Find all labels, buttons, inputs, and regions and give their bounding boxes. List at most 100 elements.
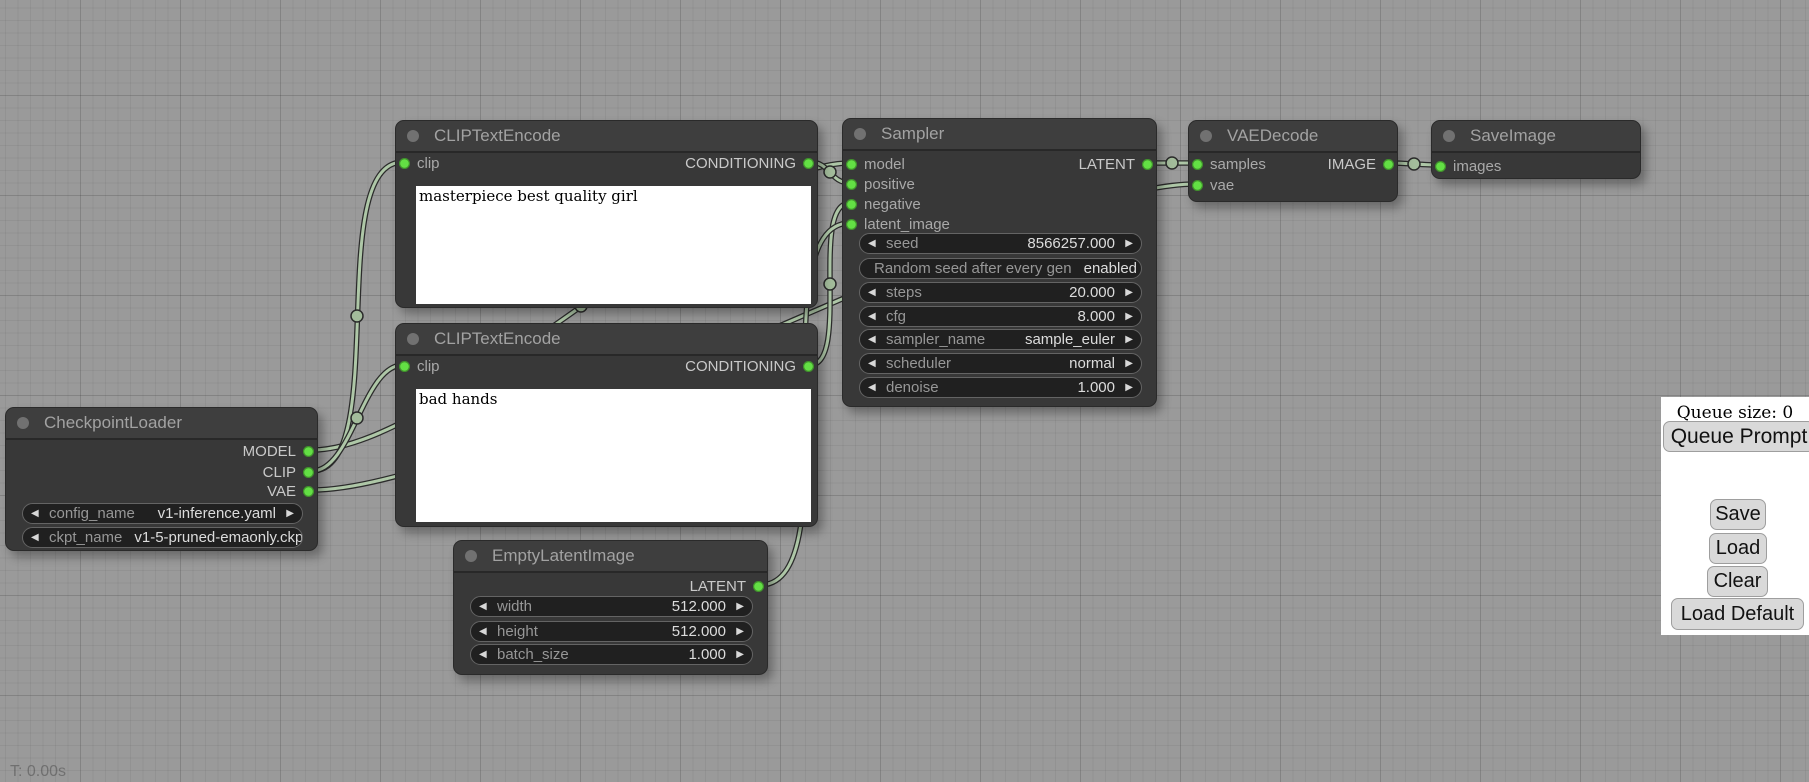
widget-scheduler[interactable]: ◀ scheduler normal ▶ xyxy=(859,353,1142,374)
load-button[interactable]: Load xyxy=(1709,533,1767,564)
input-slot-label: vae xyxy=(1210,177,1234,194)
input-slot-label: positive xyxy=(864,176,915,193)
increment-arrow-icon[interactable]: ▶ xyxy=(1121,353,1133,374)
decrement-arrow-icon[interactable]: ◀ xyxy=(31,503,43,524)
output-slot-dot[interactable] xyxy=(803,158,814,169)
save-button[interactable]: Save xyxy=(1710,499,1766,530)
widget-label: height xyxy=(497,623,538,640)
collapse-dot-icon[interactable] xyxy=(17,417,29,429)
queue-prompt-button[interactable]: Queue Prompt xyxy=(1663,421,1809,452)
collapse-dot-icon[interactable] xyxy=(1200,130,1212,142)
decrement-arrow-icon[interactable]: ◀ xyxy=(868,282,880,303)
output-slot-dot[interactable] xyxy=(753,581,764,592)
prompt-textarea[interactable]: bad hands xyxy=(416,389,811,522)
decrement-arrow-icon[interactable]: ◀ xyxy=(868,377,880,398)
node-title-bar[interactable]: VAEDecode xyxy=(1189,121,1397,153)
node-title: SaveImage xyxy=(1470,126,1556,145)
widget-ckpt-name[interactable]: ◀ ckpt_name v1-5-pruned-emaonly.ckpt ▶ xyxy=(22,527,303,548)
widget-seed[interactable]: ◀ seed 8566257.000 ▶ xyxy=(859,233,1142,254)
widget-denoise[interactable]: ◀ denoise 1.000 ▶ xyxy=(859,377,1142,398)
widget-sampler-name[interactable]: ◀ sampler_name sample_euler ▶ xyxy=(859,329,1142,350)
node-title: VAEDecode xyxy=(1227,126,1318,145)
output-slot-dot[interactable] xyxy=(803,361,814,372)
prompt-textarea[interactable]: masterpiece best quality girl xyxy=(416,186,811,304)
decrement-arrow-icon[interactable]: ◀ xyxy=(31,527,43,548)
collapse-dot-icon[interactable] xyxy=(407,130,419,142)
collapse-dot-icon[interactable] xyxy=(465,550,477,562)
menu-panel: Queue size: 0 Queue Prompt Save Load Cle… xyxy=(1661,397,1809,635)
widget-width[interactable]: ◀ width 512.000 ▶ xyxy=(470,596,753,617)
widget-config-name[interactable]: ◀ config_name v1-inference.yaml ▶ xyxy=(22,503,303,524)
decrement-arrow-icon[interactable]: ◀ xyxy=(868,306,880,327)
link-midpoint-dot[interactable] xyxy=(351,310,363,322)
decrement-arrow-icon[interactable]: ◀ xyxy=(868,233,880,254)
increment-arrow-icon[interactable]: ▶ xyxy=(1121,329,1133,350)
node-title-bar[interactable]: CLIPTextEncode xyxy=(396,121,817,153)
increment-arrow-icon[interactable]: ▶ xyxy=(1121,377,1133,398)
widget-value: 8.000 xyxy=(1077,308,1115,325)
link-midpoint-dot[interactable] xyxy=(1166,157,1178,169)
decrement-arrow-icon[interactable]: ◀ xyxy=(479,596,491,617)
input-slot-dot[interactable] xyxy=(846,159,857,170)
collapse-dot-icon[interactable] xyxy=(1443,130,1455,142)
node-title-bar[interactable]: Sampler xyxy=(843,119,1156,151)
node-cliptextencode-positive[interactable]: CLIPTextEncode clip CONDITIONING masterp… xyxy=(395,120,818,308)
input-slot-dot[interactable] xyxy=(399,158,410,169)
input-slot-dot[interactable] xyxy=(846,179,857,190)
render-time-label: T: 0.00s xyxy=(10,763,66,781)
node-title-bar[interactable]: CheckpointLoader xyxy=(6,408,317,440)
widget-label: seed xyxy=(886,235,919,252)
output-slot-dot[interactable] xyxy=(303,446,314,457)
increment-arrow-icon[interactable]: ▶ xyxy=(732,596,744,617)
collapse-dot-icon[interactable] xyxy=(854,128,866,140)
decrement-arrow-icon[interactable]: ◀ xyxy=(868,353,880,374)
output-slot-dot[interactable] xyxy=(303,467,314,478)
decrement-arrow-icon[interactable]: ◀ xyxy=(479,644,491,665)
node-title-bar[interactable]: CLIPTextEncode xyxy=(396,324,817,356)
widget-steps[interactable]: ◀ steps 20.000 ▶ xyxy=(859,282,1142,303)
widget-value: sample_euler xyxy=(1025,331,1115,348)
input-slot-dot[interactable] xyxy=(1435,161,1446,172)
node-saveimage[interactable]: SaveImage images xyxy=(1431,120,1641,179)
output-slot-label: IMAGE xyxy=(1328,156,1376,173)
link-midpoint-dot[interactable] xyxy=(351,412,363,424)
increment-arrow-icon[interactable]: ▶ xyxy=(1121,306,1133,327)
node-emptylatentimage[interactable]: EmptyLatentImage LATENT ◀ width 512.000 … xyxy=(453,540,768,675)
decrement-arrow-icon[interactable]: ◀ xyxy=(868,329,880,350)
node-title: EmptyLatentImage xyxy=(492,546,635,565)
link-midpoint-dot[interactable] xyxy=(824,166,836,178)
collapse-dot-icon[interactable] xyxy=(407,333,419,345)
node-title-bar[interactable]: SaveImage xyxy=(1432,121,1640,153)
increment-arrow-icon[interactable]: ▶ xyxy=(1121,233,1133,254)
clear-button[interactable]: Clear xyxy=(1707,566,1768,597)
node-vaedecode[interactable]: VAEDecode samples vae IMAGE xyxy=(1188,120,1398,202)
output-slot-dot[interactable] xyxy=(1383,159,1394,170)
input-slot-dot[interactable] xyxy=(1192,159,1203,170)
node-title-bar[interactable]: EmptyLatentImage xyxy=(454,541,767,573)
output-slot-dot[interactable] xyxy=(1142,159,1153,170)
increment-arrow-icon[interactable]: ▶ xyxy=(1121,282,1133,303)
input-slot-dot[interactable] xyxy=(846,199,857,210)
decrement-arrow-icon[interactable]: ◀ xyxy=(479,621,491,642)
increment-arrow-icon[interactable]: ▶ xyxy=(282,503,294,524)
widget-height[interactable]: ◀ height 512.000 ▶ xyxy=(470,621,753,642)
widget-batch-size[interactable]: ◀ batch_size 1.000 ▶ xyxy=(470,644,753,665)
node-checkpointloader[interactable]: CheckpointLoader MODEL CLIP VAE ◀ config… xyxy=(5,407,318,551)
widget-cfg[interactable]: ◀ cfg 8.000 ▶ xyxy=(859,306,1142,327)
input-slot-dot[interactable] xyxy=(399,361,410,372)
widget-random-seed-toggle[interactable]: Random seed after every gen enabled xyxy=(859,258,1142,279)
input-slot-dot[interactable] xyxy=(1192,180,1203,191)
node-cliptextencode-negative[interactable]: CLIPTextEncode clip CONDITIONING bad han… xyxy=(395,323,818,527)
input-slot-dot[interactable] xyxy=(846,219,857,230)
load-default-button[interactable]: Load Default xyxy=(1671,598,1804,630)
input-slot-clip: clip xyxy=(399,153,440,173)
link-midpoint-dot[interactable] xyxy=(1408,158,1420,170)
link-midpoint-dot[interactable] xyxy=(824,278,836,290)
widget-label: width xyxy=(497,598,532,615)
node-sampler[interactable]: Sampler model positive negative latent_i… xyxy=(842,118,1157,407)
input-slot-label: clip xyxy=(417,155,440,172)
increment-arrow-icon[interactable]: ▶ xyxy=(732,621,744,642)
increment-arrow-icon[interactable]: ▶ xyxy=(732,644,744,665)
output-slot-dot[interactable] xyxy=(303,486,314,497)
output-slot-label: LATENT xyxy=(690,578,746,595)
